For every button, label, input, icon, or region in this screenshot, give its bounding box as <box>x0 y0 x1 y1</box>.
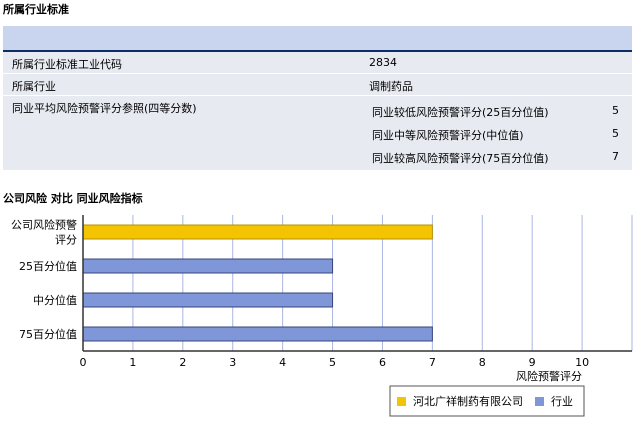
legend-swatch <box>397 397 406 406</box>
x-tick-label: 8 <box>479 356 486 369</box>
bar-company <box>82 224 433 240</box>
x-tick-label: 0 <box>80 356 87 369</box>
category-label: 25百分位值 <box>19 259 77 273</box>
x-tick-label: 10 <box>575 356 589 369</box>
x-tick-label: 7 <box>429 356 436 369</box>
x-tick-label: 6 <box>379 356 386 369</box>
category-label: 中分位值 <box>33 293 77 307</box>
legend-swatch <box>535 397 544 406</box>
legend-label: 行业 <box>551 395 573 408</box>
category-label: 公司风险预警 <box>11 218 77 232</box>
risk-comparison-chart: 0 1 2 3 4 5 6 7 8 9 10 公司风险预警评分 25百分位值中分位值 75百分位值风险预警… <box>11 215 633 417</box>
category-label: 评分 <box>55 234 77 247</box>
category-label: 75百分位值 <box>19 327 77 341</box>
bar-industry <box>82 258 334 274</box>
x-tick-label: 5 <box>329 356 336 369</box>
bar-industry <box>82 292 334 308</box>
x-tick-label: 4 <box>279 356 286 369</box>
legend-label: 河北广祥制药有限公司 <box>413 394 523 408</box>
x-tick-label: 3 <box>229 356 236 369</box>
x-axis-title: 风险预警评分 <box>516 369 582 383</box>
x-tick-label: 2 <box>179 356 186 369</box>
x-tick-label: 1 <box>129 356 136 369</box>
x-tick-label: 9 <box>529 356 536 369</box>
bar-industry <box>82 326 433 342</box>
